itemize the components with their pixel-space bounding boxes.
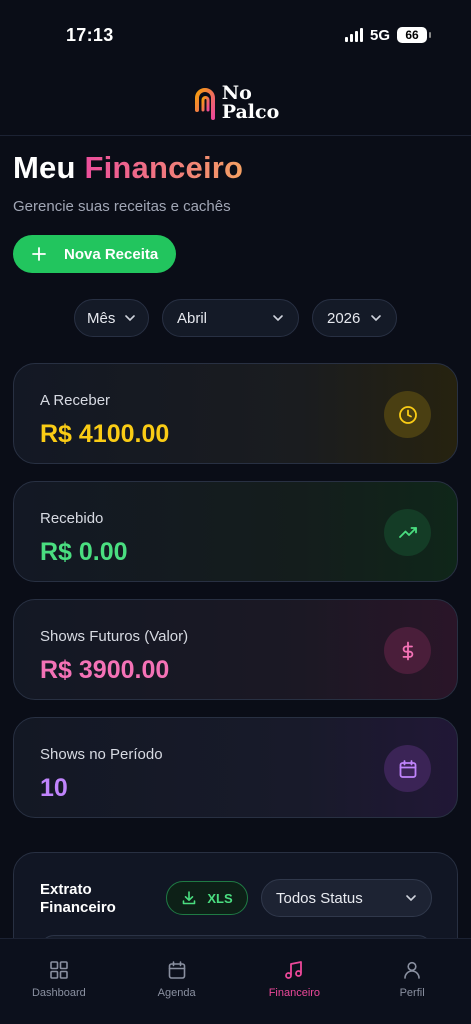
download-icon — [183, 891, 196, 905]
logo-mark-icon — [194, 87, 215, 120]
page-title: Meu Financeiro — [13, 150, 244, 185]
music-icon — [285, 961, 303, 979]
app-logo[interactable]: No Palco — [192, 81, 280, 123]
chevron-down-icon — [273, 315, 283, 322]
clock-icon — [384, 391, 431, 438]
network-type: 5G — [369, 26, 390, 44]
new-revenue-button[interactable]: Nova Receita — [13, 235, 176, 273]
export-xls-button[interactable]: XLS — [166, 881, 248, 915]
dashboard-icon — [50, 961, 68, 979]
chevron-down-icon — [371, 315, 381, 322]
new-revenue-label: Nova Receita — [64, 245, 159, 263]
calendar-icon — [168, 961, 185, 979]
financial-statement-title: Extrato Financeiro — [40, 881, 116, 916]
card-received: Recebido R$ 0.00 — [13, 481, 458, 582]
status-filter-select[interactable]: Todos Status — [261, 879, 432, 917]
month-select[interactable]: Abril — [162, 299, 299, 337]
nav-item-financeiro[interactable]: Financeiro — [236, 939, 354, 1024]
app-header: No Palco — [0, 70, 471, 136]
card-to-receive: A Receber R$ 4100.00 — [13, 363, 458, 464]
chevron-down-icon — [125, 315, 135, 322]
page-subtitle: Gerencie suas receitas e cachês — [13, 198, 231, 215]
card-future-shows-value: Shows Futuros (Valor) R$ 3900.00 — [13, 599, 458, 700]
calendar-icon — [384, 745, 431, 792]
period-filters: Mês Abril 2026 — [0, 299, 471, 337]
status-indicators: 5G 66 — [344, 26, 431, 44]
status-bar: 17:13 5G 66 — [0, 0, 471, 70]
nav-item-agenda[interactable]: Agenda — [118, 939, 236, 1024]
dollar-icon — [384, 627, 431, 674]
card-shows-in-period: Shows no Período 10 — [13, 717, 458, 818]
signal-icon — [344, 28, 363, 42]
nav-item-dashboard[interactable]: Dashboard — [0, 939, 118, 1024]
chevron-down-icon — [406, 895, 416, 902]
status-time: 17:13 — [66, 24, 114, 45]
trending-up-icon — [384, 509, 431, 556]
bottom-navigation: Dashboard Agenda Financeiro Perfil — [0, 938, 471, 1024]
nav-item-perfil[interactable]: Perfil — [353, 939, 471, 1024]
period-type-select[interactable]: Mês — [74, 299, 149, 337]
user-icon — [404, 961, 420, 979]
year-select[interactable]: 2026 — [312, 299, 397, 337]
plus-icon — [32, 247, 46, 261]
logo-wordmark: No Palco — [221, 81, 280, 123]
battery-icon: 66 — [397, 27, 431, 43]
